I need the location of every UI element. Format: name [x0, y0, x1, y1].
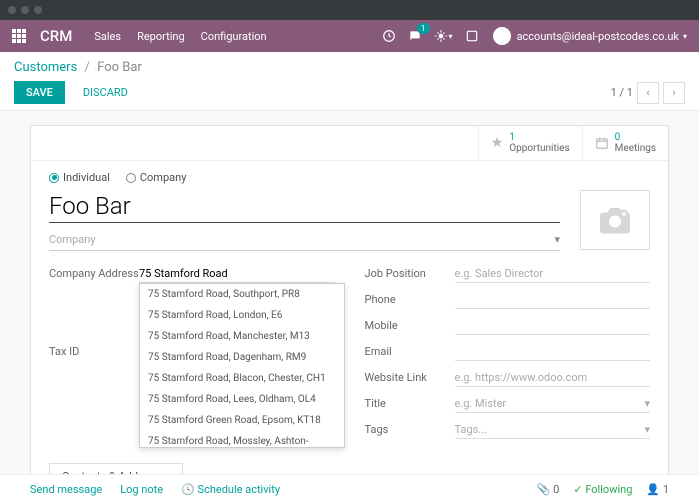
address-option[interactable]: 75 Stamford Road, London, E6	[140, 305, 344, 326]
calendar-icon	[595, 136, 609, 150]
breadcrumb-current: Foo Bar	[97, 60, 142, 75]
label-phone: Phone	[365, 291, 455, 309]
tab-contacts[interactable]: Contacts & Addresses	[49, 463, 183, 474]
log-note-link[interactable]: Log note	[120, 483, 163, 496]
label-job: Job Position	[365, 265, 455, 283]
nav-sales[interactable]: Sales	[94, 30, 121, 43]
radio-individual[interactable]: Individual	[49, 171, 110, 184]
app-brand[interactable]: CRM	[40, 27, 72, 45]
user-menu[interactable]: accounts@ideal-postcodes.co.uk ▾	[493, 27, 687, 45]
following-toggle[interactable]: ✓ Following	[573, 483, 632, 496]
save-button[interactable]: SAVE	[14, 81, 65, 104]
send-message-link[interactable]: Send message	[30, 483, 102, 496]
form-sheet: ★ 1Opportunities 0Meetings Individual Co…	[30, 125, 669, 474]
main-navbar: CRM Sales Reporting Configuration 1 ▾ ac…	[0, 20, 699, 52]
address-dropdown: 75 Stamford Road, Southport, PR8 75 Stam…	[139, 283, 345, 448]
address-option[interactable]: 75 Stamford Road, Blacon, Chester, CH1	[140, 368, 344, 389]
address-option[interactable]: 75 Stamford Road, Manchester, M13	[140, 326, 344, 347]
pager-next[interactable]: ›	[663, 82, 685, 104]
address-option[interactable]: 75 Stamford Road, Southport, PR8	[140, 284, 344, 305]
breadcrumb-root[interactable]: Customers	[14, 60, 77, 75]
window-dot	[34, 6, 42, 14]
discard-button[interactable]: DISCARD	[71, 81, 140, 104]
company-select[interactable]: Company▾	[49, 229, 560, 251]
window-dot	[21, 6, 29, 14]
attachment-count[interactable]: 📎 0	[537, 483, 560, 496]
apps-icon[interactable]	[12, 29, 26, 43]
pager-text: 1 / 1	[611, 86, 633, 99]
clock-icon[interactable]	[382, 29, 396, 43]
clock-icon: 🕓	[181, 483, 197, 496]
address-input[interactable]	[139, 265, 335, 283]
debug-icon[interactable]: ▾	[434, 29, 453, 43]
radio-company[interactable]: Company	[126, 171, 187, 184]
mobile-input[interactable]	[455, 317, 651, 335]
address-option[interactable]: 75 Stamford Green Road, Epsom, KT18	[140, 410, 344, 431]
avatar	[493, 27, 511, 45]
star-icon: ★	[491, 135, 504, 151]
label-web: Website Link	[365, 369, 455, 387]
label-title: Title	[365, 395, 455, 413]
stat-opportunities[interactable]: ★ 1Opportunities	[478, 126, 582, 160]
label-address: Company Address	[49, 265, 139, 283]
address-option[interactable]: 75 Stamford Road, Mossley, Ashton-under-…	[140, 431, 344, 448]
label-email: Email	[365, 343, 455, 361]
image-upload[interactable]	[580, 190, 650, 250]
title-select[interactable]: e.g. Mister▾	[455, 395, 651, 413]
toolbar: Customers / Foo Bar SAVE DISCARD 1 / 1 ‹…	[0, 52, 699, 111]
nav-configuration[interactable]: Configuration	[201, 30, 267, 43]
window-titlebar	[0, 0, 699, 20]
paperclip-icon: 📎	[537, 483, 551, 496]
email-input[interactable]	[455, 343, 651, 361]
chat-icon[interactable]: 1	[408, 29, 422, 43]
window-dot	[8, 6, 16, 14]
job-input[interactable]: e.g. Sales Director	[455, 265, 651, 283]
label-mobile: Mobile	[365, 317, 455, 335]
schedule-activity-link[interactable]: 🕓 Schedule activity	[181, 483, 280, 496]
chatter-footer: Send message Log note 🕓 Schedule activit…	[0, 474, 699, 504]
web-input[interactable]: e.g. https://www.odoo.com	[455, 369, 651, 387]
breadcrumb: Customers / Foo Bar	[14, 60, 685, 75]
user-email: accounts@ideal-postcodes.co.uk	[517, 30, 679, 43]
tags-select[interactable]: Tags...▾	[455, 421, 651, 439]
address-option[interactable]: 75 Stamford Road, Lees, Oldham, OL4	[140, 389, 344, 410]
label-tags: Tags	[365, 421, 455, 439]
label-tax: Tax ID	[49, 343, 139, 361]
phone-input[interactable]	[455, 291, 651, 309]
nav-reporting[interactable]: Reporting	[137, 30, 185, 43]
pager-prev[interactable]: ‹	[637, 82, 659, 104]
followers-count[interactable]: 👤 1	[646, 483, 669, 496]
name-input[interactable]	[49, 190, 560, 223]
stat-meetings[interactable]: 0Meetings	[582, 126, 668, 160]
tray-icon[interactable]	[465, 29, 479, 43]
address-option[interactable]: 75 Stamford Road, Dagenham, RM9	[140, 347, 344, 368]
chat-badge: 1	[417, 23, 430, 34]
